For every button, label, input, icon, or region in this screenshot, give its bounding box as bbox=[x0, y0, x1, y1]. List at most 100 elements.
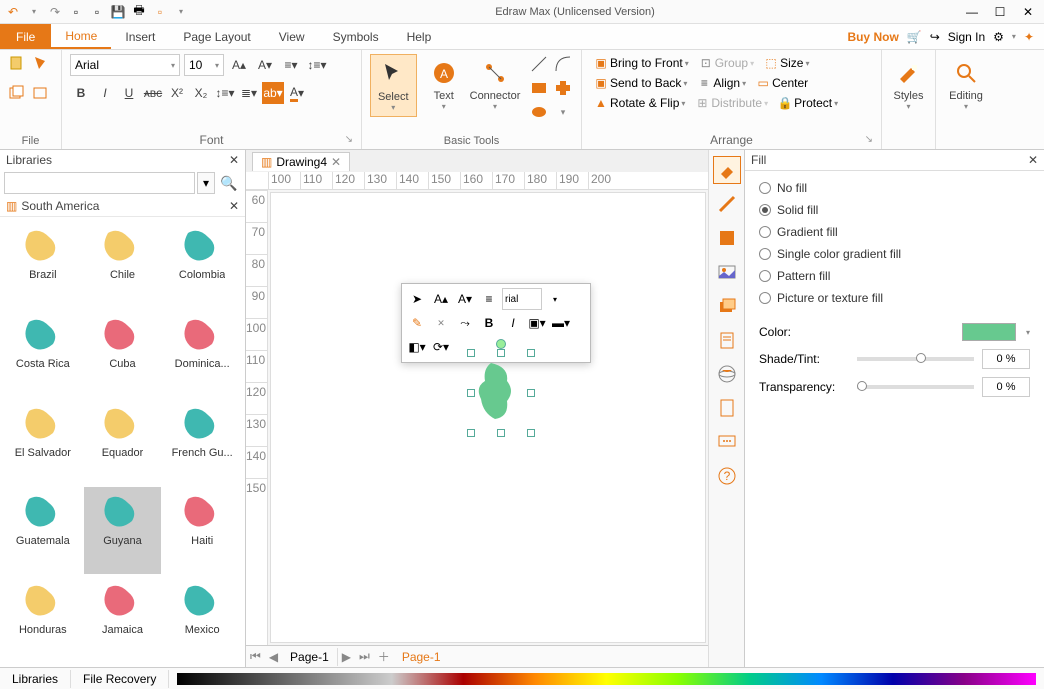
buy-now-icon[interactable]: 🛒 bbox=[907, 30, 922, 44]
bullets-button[interactable]: ≣▾ bbox=[238, 82, 260, 104]
line-spacing-button[interactable]: ↕≡▾ bbox=[214, 82, 236, 104]
arc-shape[interactable] bbox=[553, 54, 573, 74]
distribute-button[interactable]: ⊞Distribute▾ bbox=[691, 94, 772, 112]
add-page-icon[interactable]: ＋ bbox=[374, 648, 394, 665]
page-last-icon[interactable]: ⏭ bbox=[355, 649, 374, 664]
color-strip[interactable] bbox=[177, 673, 1036, 685]
page-prev-icon[interactable]: ◀ bbox=[265, 650, 282, 664]
file-menu[interactable]: File bbox=[0, 24, 51, 49]
library-close-icon[interactable]: ✕ bbox=[229, 199, 239, 213]
format-painter-icon[interactable] bbox=[32, 54, 50, 72]
library-item[interactable]: Mexico bbox=[163, 576, 241, 663]
layer-tool-icon[interactable] bbox=[713, 292, 741, 320]
open-icon[interactable]: ▫ bbox=[88, 3, 106, 21]
maximize-button[interactable]: ☐ bbox=[988, 5, 1012, 19]
new-icon[interactable]: ▫ bbox=[67, 3, 85, 21]
mini-cursor-icon[interactable]: ➤ bbox=[406, 288, 428, 310]
selected-shape[interactable] bbox=[471, 353, 531, 433]
line-tool-icon[interactable] bbox=[713, 190, 741, 218]
buy-now-link[interactable]: Buy Now bbox=[847, 30, 898, 44]
library-item[interactable]: Brazil bbox=[4, 221, 82, 308]
undo-dropdown[interactable]: ▾ bbox=[25, 3, 43, 21]
doc-close-icon[interactable]: ✕ bbox=[331, 155, 341, 169]
mini-font-drop[interactable]: ▾ bbox=[544, 288, 566, 310]
mini-decrease-font[interactable]: A▾ bbox=[454, 288, 476, 310]
library-item[interactable]: Chile bbox=[84, 221, 162, 308]
superscript-button[interactable]: X² bbox=[166, 82, 188, 104]
center-button[interactable]: ▭Center bbox=[752, 74, 812, 92]
redo-icon[interactable]: ↷ bbox=[46, 3, 64, 21]
line-shape[interactable] bbox=[529, 54, 549, 74]
mini-connector-icon[interactable]: ⤳ bbox=[454, 312, 476, 334]
fill-close-icon[interactable]: ✕ bbox=[1028, 153, 1038, 167]
tab-help[interactable]: Help bbox=[393, 26, 446, 48]
help-tool-icon[interactable]: ? bbox=[713, 462, 741, 490]
color-dropdown[interactable]: ▾ bbox=[1026, 328, 1030, 337]
mini-close-icon[interactable]: ✕ bbox=[430, 312, 452, 334]
rotate-flip-button[interactable]: ▲Rotate & Flip▾ bbox=[590, 94, 689, 112]
cross-shape[interactable] bbox=[553, 78, 573, 98]
rect-shape[interactable] bbox=[529, 78, 549, 98]
library-category-label[interactable]: South America bbox=[21, 199, 99, 213]
font-size-select[interactable]: 10▾ bbox=[184, 54, 224, 76]
page-tool-icon[interactable] bbox=[713, 394, 741, 422]
transparency-slider[interactable] bbox=[857, 385, 974, 389]
minimize-button[interactable]: — bbox=[960, 5, 984, 19]
page-first-icon[interactable]: ⏮ bbox=[246, 649, 265, 664]
fill-option[interactable]: No fill bbox=[759, 181, 1030, 195]
drawing-page[interactable]: ➤ A▴ A▾ ≡ ▾ ✎ ✕ ⤳ B I ▣▾ ▬▾ ◧▾ ⟳▾ bbox=[270, 192, 706, 643]
editing-button[interactable]: Editing▾ bbox=[944, 54, 988, 115]
comment-tool-icon[interactable] bbox=[713, 428, 741, 456]
resize-handle-w[interactable] bbox=[467, 389, 475, 397]
more-shapes[interactable]: ▾ bbox=[553, 102, 573, 122]
sign-in-link[interactable]: Sign In bbox=[948, 30, 985, 44]
mini-increase-font[interactable]: A▴ bbox=[430, 288, 452, 310]
page-next-icon[interactable]: ▶ bbox=[338, 650, 355, 664]
library-item[interactable]: Costa Rica bbox=[4, 310, 82, 397]
mini-fill-icon[interactable]: ▣▾ bbox=[526, 312, 548, 334]
close-button[interactable]: ✕ bbox=[1016, 5, 1040, 19]
select-tool[interactable]: Select ▾ bbox=[370, 54, 417, 117]
tab-home[interactable]: Home bbox=[51, 25, 111, 49]
fill-option[interactable]: Gradient fill bbox=[759, 225, 1030, 239]
tab-page-layout[interactable]: Page Layout bbox=[169, 26, 264, 48]
mini-paint-icon[interactable]: ✎ bbox=[406, 312, 428, 334]
styles-button[interactable]: Styles▾ bbox=[890, 54, 927, 115]
library-item[interactable]: Guatemala bbox=[4, 487, 82, 574]
library-item[interactable]: Honduras bbox=[4, 576, 82, 663]
export-icon[interactable]: ▫ bbox=[151, 3, 169, 21]
document-tab[interactable]: ▥Drawing4✕ bbox=[252, 152, 350, 171]
search-icon[interactable]: 🔍 bbox=[217, 172, 241, 194]
library-item[interactable]: Jamaica bbox=[84, 576, 162, 663]
libraries-close-icon[interactable]: ✕ bbox=[229, 153, 239, 167]
library-item[interactable]: Colombia bbox=[163, 221, 241, 308]
fill-option[interactable]: Pattern fill bbox=[759, 269, 1030, 283]
resize-handle-se[interactable] bbox=[527, 429, 535, 437]
undo-icon[interactable]: ↶ bbox=[4, 3, 22, 21]
resize-handle-s[interactable] bbox=[497, 429, 505, 437]
library-search-input[interactable] bbox=[4, 172, 195, 194]
color-picker[interactable] bbox=[962, 323, 1016, 341]
library-item[interactable]: Equador bbox=[84, 399, 162, 486]
settings-icon[interactable]: ⚙ bbox=[993, 30, 1004, 44]
copy-icon[interactable] bbox=[8, 84, 26, 102]
fill-option[interactable]: Single color gradient fill bbox=[759, 247, 1030, 261]
page-tab-alt[interactable]: Page-1 bbox=[394, 648, 449, 666]
shade-slider[interactable] bbox=[857, 357, 974, 361]
mini-bold[interactable]: B bbox=[478, 312, 500, 334]
increase-font-icon[interactable]: A▴ bbox=[228, 54, 250, 76]
fill-option[interactable]: Solid fill bbox=[759, 203, 1030, 217]
library-item[interactable]: El Salvador bbox=[4, 399, 82, 486]
fill-tool-icon[interactable] bbox=[713, 156, 741, 184]
transparency-value[interactable] bbox=[982, 377, 1030, 397]
mini-align[interactable]: ≡ bbox=[478, 288, 500, 310]
shadow-tool-icon[interactable] bbox=[713, 224, 741, 252]
resize-handle-n[interactable] bbox=[497, 349, 505, 357]
status-libraries[interactable]: Libraries bbox=[0, 670, 71, 688]
paste-icon[interactable] bbox=[8, 54, 26, 72]
status-file-recovery[interactable]: File Recovery bbox=[71, 670, 169, 688]
subscript-button[interactable]: X₂ bbox=[190, 82, 212, 104]
print-icon[interactable]: 🖶 bbox=[130, 3, 148, 21]
highlight-button[interactable]: ab▾ bbox=[262, 82, 284, 104]
library-item[interactable]: Guyana bbox=[84, 487, 162, 574]
